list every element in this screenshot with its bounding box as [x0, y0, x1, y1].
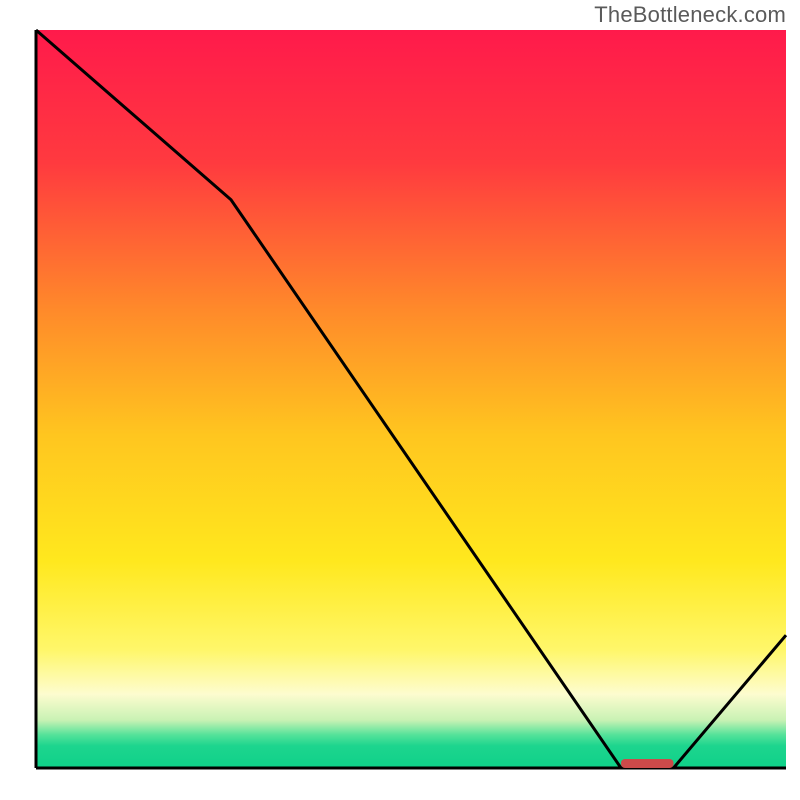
bottleneck-chart: TheBottleneck.com [0, 0, 800, 800]
chart-svg [0, 0, 800, 800]
gradient-background [36, 30, 786, 768]
optimal-range-marker [621, 759, 674, 768]
plot-area [36, 30, 786, 768]
